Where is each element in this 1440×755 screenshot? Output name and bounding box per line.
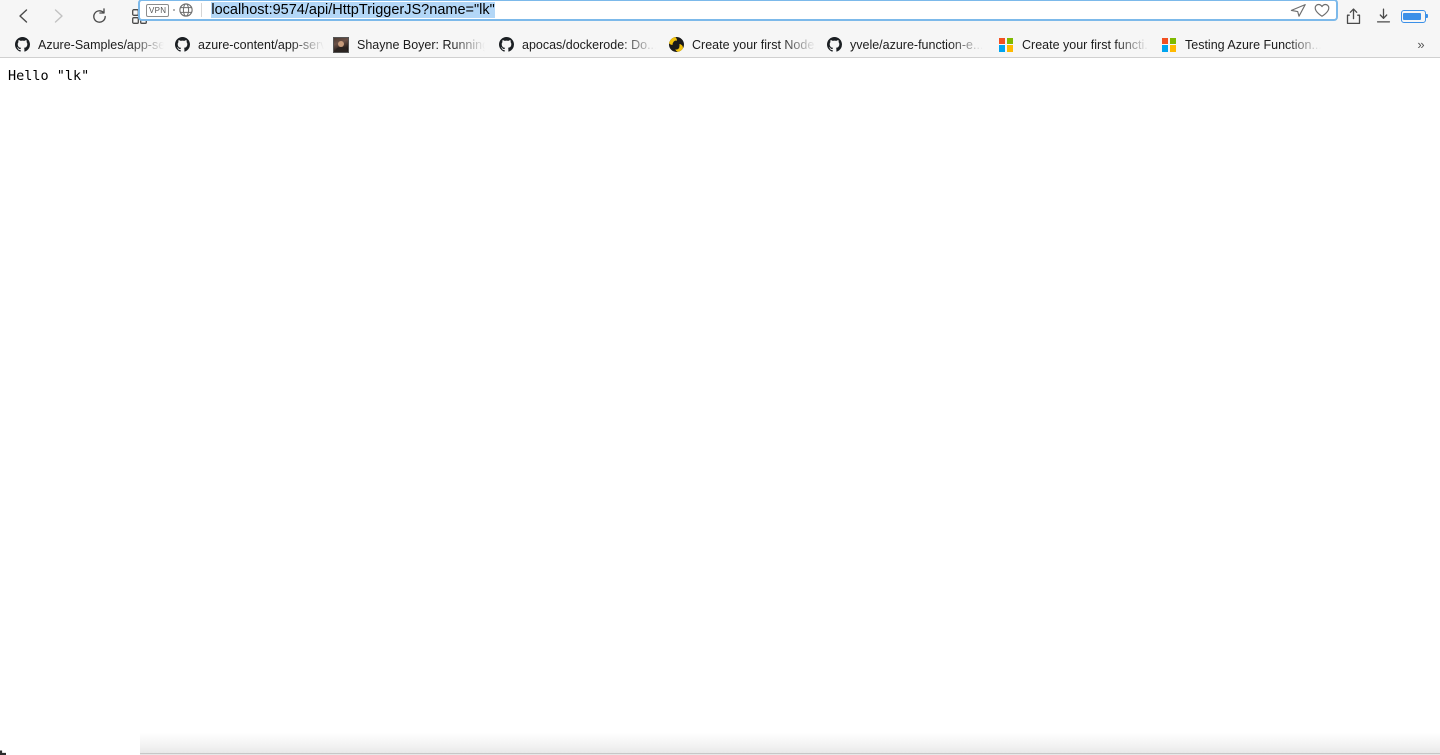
forward-button[interactable] [45, 3, 72, 29]
microsoft-icon [998, 37, 1014, 53]
bookmark-item[interactable]: apocas/dockerode: Do... [485, 32, 656, 57]
bookmark-label: Testing Azure Function... [1185, 37, 1321, 52]
bookmark-label: Create your first Node... [692, 37, 816, 52]
bookmark-item[interactable]: Create your first Node... [656, 32, 816, 57]
reload-icon [93, 7, 106, 23]
bookmark-label: Create your first functi... [1022, 37, 1149, 52]
bookmark-item[interactable]: azure-content/app-service-... [164, 32, 324, 57]
toolbar-right-actions [1338, 0, 1440, 32]
downloads-button[interactable] [1368, 3, 1398, 29]
address-bar[interactable]: VPN localhost:9574/api/HttpTriggerJS?nam… [138, 0, 1338, 21]
photo-icon [333, 36, 349, 53]
reader-icon[interactable] [1290, 3, 1307, 18]
chevron-left-icon [19, 9, 28, 23]
navigation-button-group [0, 0, 153, 32]
back-button[interactable] [10, 3, 37, 29]
download-icon [1376, 8, 1390, 23]
heart-icon[interactable] [1314, 3, 1330, 18]
battery-level [1403, 12, 1421, 20]
github-icon [498, 37, 514, 53]
address-divider [201, 3, 203, 17]
separator-dot [173, 9, 176, 11]
bookmark-label: azure-content/app-service-... [198, 37, 324, 52]
github-icon [826, 37, 842, 53]
github-icon [174, 37, 190, 53]
microsoft-icon [1161, 37, 1177, 53]
browser-window: VPN localhost:9574/api/HttpTriggerJS?nam… [0, 0, 1440, 755]
url-text: localhost:9574/api/HttpTriggerJS?name="l… [211, 2, 495, 18]
bookmark-item[interactable]: Create your first functi... [984, 32, 1149, 57]
macos-dock [140, 733, 1440, 755]
share-button[interactable] [1338, 3, 1368, 29]
reload-button[interactable] [86, 3, 113, 29]
battery-icon [1400, 9, 1428, 23]
browser-toolbar: VPN localhost:9574/api/HttpTriggerJS?nam… [0, 0, 1440, 32]
bookmark-item[interactable]: Testing Azure Function... [1149, 32, 1321, 57]
bookmarks-bar: Azure-Samples/app-service-... azure-cont… [0, 32, 1440, 58]
bookmark-label: apocas/dockerode: Do... [522, 37, 656, 52]
bookmark-label: Azure-Samples/app-service-... [38, 37, 164, 52]
bookmark-label: Shayne Boyer: Running ... [357, 37, 485, 52]
globe-icon[interactable] [179, 3, 194, 17]
nodejs-icon [668, 37, 684, 53]
address-bar-actions [1283, 3, 1336, 18]
battery-status[interactable] [1398, 3, 1428, 29]
bookmark-item[interactable]: Shayne Boyer: Running ... [324, 32, 485, 57]
bookmark-item[interactable]: Azure-Samples/app-service-... [0, 32, 164, 57]
vpn-badge: VPN [146, 3, 170, 17]
response-body-text: Hello "lk" [8, 68, 90, 84]
github-icon [14, 37, 30, 53]
bookmarks-overflow-button[interactable]: » [1410, 32, 1432, 57]
page-content: Hello "lk" [0, 58, 1440, 755]
bookmark-label: yvele/azure-function-e... [850, 37, 984, 52]
url-input[interactable]: localhost:9574/api/HttpTriggerJS?name="l… [211, 2, 1283, 18]
share-icon [1346, 7, 1360, 24]
chevron-right-icon [54, 9, 63, 23]
bookmark-item[interactable]: yvele/azure-function-e... [816, 32, 984, 57]
